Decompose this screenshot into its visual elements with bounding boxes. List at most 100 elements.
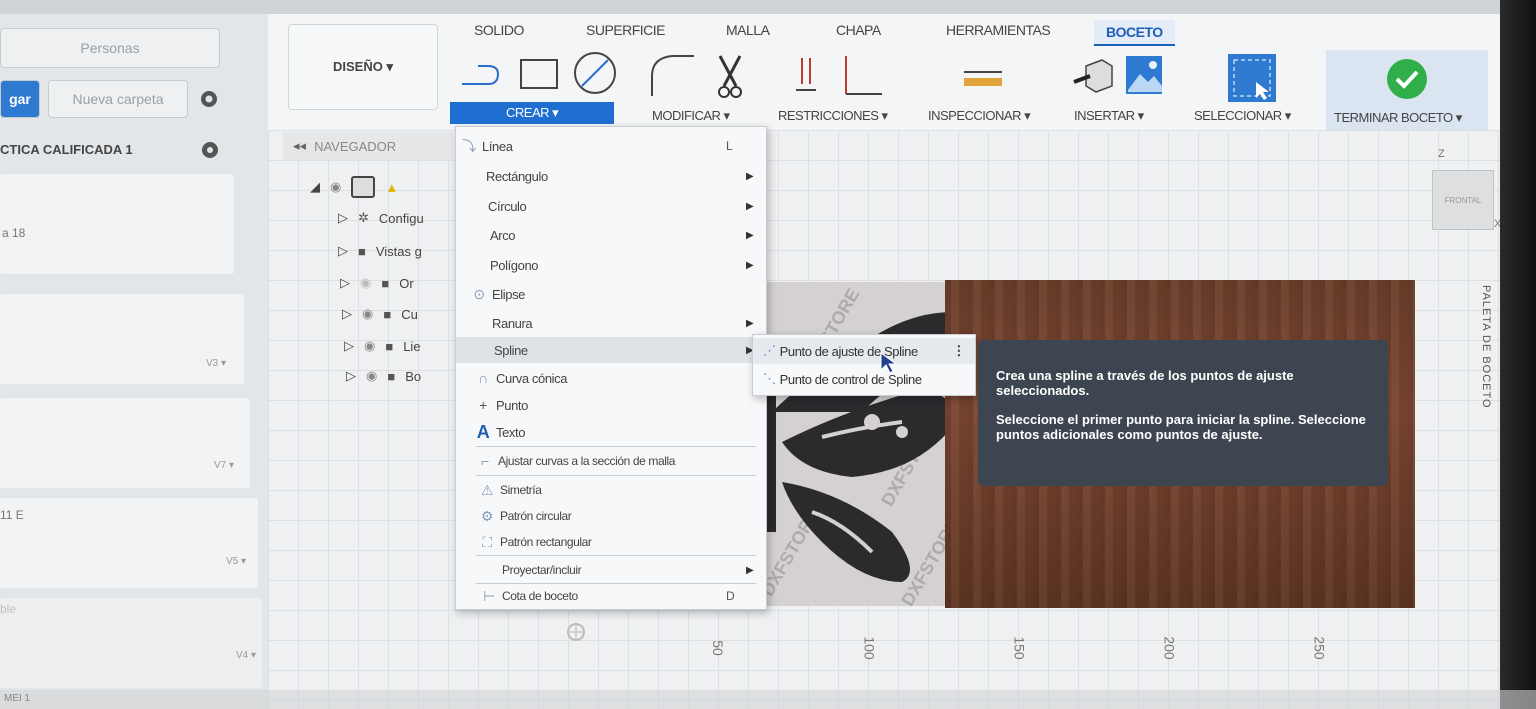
browser-root[interactable]: ◢ ◉ ▲ xyxy=(310,176,398,198)
sketch-palette-tab[interactable]: PALETA DE BOCETO xyxy=(1480,285,1492,409)
eye-icon[interactable]: ◉ xyxy=(362,306,373,322)
menu-item-curva-conica[interactable]: ∩ Curva cónica xyxy=(456,365,766,391)
spline-tooltip: Crea una spline a través de los puntos d… xyxy=(978,340,1388,486)
menu-item-proyectar-incluir[interactable]: Proyectar/incluir ▶ xyxy=(456,557,766,583)
browser-item[interactable]: ▷ ■ Vistas g xyxy=(338,243,422,259)
version-badge[interactable]: V7 ▾ xyxy=(214,460,234,471)
inspeccionar-menu-button[interactable]: INSPECCIONAR ▾ xyxy=(928,108,1031,124)
file-card[interactable] xyxy=(0,498,258,588)
browser-item[interactable]: ▷ ◉ ■ Lie xyxy=(344,338,421,354)
perpendicular-constraint-icon[interactable] xyxy=(840,54,884,103)
gear-icon[interactable] xyxy=(198,88,220,110)
finish-sketch-check-icon[interactable] xyxy=(1386,58,1428,105)
measure-tool-icon[interactable] xyxy=(962,66,1004,95)
tab-chapa[interactable]: CHAPA xyxy=(836,22,881,38)
trim-tool-icon[interactable] xyxy=(714,52,746,105)
tab-malla[interactable]: MALLA xyxy=(726,22,770,38)
collapse-icon[interactable]: ◂◂ xyxy=(293,138,306,154)
line-tool-icon[interactable] xyxy=(458,54,504,99)
more-options-icon[interactable]: ⋮ xyxy=(952,343,965,359)
file-card[interactable] xyxy=(0,598,262,688)
browser-item-label: Bo xyxy=(405,368,422,384)
browser-item-label: Or xyxy=(399,275,414,291)
browser-item-label: Vistas g xyxy=(375,243,422,259)
menu-item-punto[interactable]: + Punto xyxy=(456,392,766,418)
insert-derive-icon[interactable] xyxy=(1072,56,1116,101)
expand-icon[interactable]: ▷ xyxy=(340,275,350,291)
shortcut-key: D xyxy=(726,589,735,603)
mirror-icon: ⚠ xyxy=(480,481,494,498)
eye-icon[interactable]: ◉ xyxy=(364,338,375,354)
gear-icon: ✲ xyxy=(358,210,369,225)
folder-icon: ■ xyxy=(387,368,396,384)
menu-item-ajustar-curvas[interactable]: ⌐ Ajustar curvas a la sección de malla xyxy=(456,448,766,474)
menu-item-label: Curva cónica xyxy=(496,370,568,386)
menu-item-texto[interactable]: A Texto xyxy=(456,419,766,445)
menu-item-rectangulo[interactable]: Rectángulo ▶ xyxy=(456,163,766,189)
menu-item-label: Texto xyxy=(496,424,526,440)
navigator-header[interactable]: ◂◂ NAVEGADOR xyxy=(283,132,453,160)
browser-item[interactable]: ▷ ◉ ■ Cu xyxy=(342,306,418,322)
insertar-menu-button[interactable]: INSERTAR ▾ xyxy=(1074,108,1144,124)
menu-item-simetria[interactable]: ⚠ Simetría xyxy=(456,477,766,503)
rectangle-tool-icon[interactable] xyxy=(518,56,560,97)
project-settings-icon[interactable] xyxy=(200,140,222,160)
insert-canvas-icon[interactable] xyxy=(1124,54,1164,101)
expand-icon[interactable]: ▷ xyxy=(344,338,354,354)
menu-item-ranura[interactable]: Ranura ▶ xyxy=(456,310,766,336)
version-badge[interactable]: V4 ▾ xyxy=(236,650,256,661)
browser-item[interactable]: ▷ ✲ Configu xyxy=(338,210,424,226)
expand-icon[interactable]: ▷ xyxy=(338,210,348,226)
tab-herramientas[interactable]: HERRAMIENTAS xyxy=(946,22,1051,38)
file-card[interactable] xyxy=(0,294,244,384)
tab-solido[interactable]: SOLIDO xyxy=(474,22,524,38)
expand-icon[interactable]: ▷ xyxy=(342,306,352,322)
menu-item-poligono[interactable]: Polígono ▶ xyxy=(456,252,766,278)
parallel-constraint-icon[interactable] xyxy=(794,54,818,101)
menu-item-cota-boceto[interactable]: ⊢ Cota de boceto D xyxy=(456,583,766,609)
butterfly-canvas-image[interactable]: DXFSTORE DXFSTORE DXFSTORE DXFSTORE xyxy=(762,282,948,606)
line-icon: ⤵ xyxy=(462,138,476,154)
menu-item-spline[interactable]: Spline ▶ xyxy=(456,337,766,363)
terminar-boceto-button[interactable]: TERMINAR BOCETO ▾ xyxy=(1334,110,1462,126)
eye-icon[interactable]: ◉ xyxy=(366,368,377,384)
people-button[interactable]: Personas xyxy=(0,28,220,68)
restricciones-menu-button[interactable]: RESTRICCIONES ▾ xyxy=(778,108,888,124)
browser-item[interactable]: ▷ ◉ ■ Or xyxy=(340,275,414,291)
version-badge[interactable]: V5 ▾ xyxy=(226,556,246,567)
menu-item-arco[interactable]: Arco ▶ xyxy=(456,222,766,248)
menu-item-linea[interactable]: ⤵ Línea L xyxy=(456,133,766,159)
menu-separator xyxy=(476,555,756,556)
expand-icon[interactable]: ▷ xyxy=(346,368,356,384)
file-meta: a 18 xyxy=(2,226,26,240)
seleccionar-menu-button[interactable]: SELECCIONAR ▾ xyxy=(1194,108,1291,124)
menu-item-patron-rectangular[interactable]: ⛶ Patrón rectangular xyxy=(456,529,766,555)
collapse-triangle-icon[interactable]: ◢ xyxy=(310,179,320,195)
eye-icon[interactable]: ◉ xyxy=(330,179,341,195)
menu-item-spline-ajuste[interactable]: ⋰ Punto de ajuste de Spline ⋮ xyxy=(753,338,975,364)
new-folder-button[interactable]: Nueva carpeta xyxy=(48,80,188,118)
menu-item-spline-control[interactable]: ⋱ Punto de control de Spline xyxy=(753,366,975,392)
tab-superficie[interactable]: SUPERFICIE xyxy=(586,22,666,38)
modificar-menu-button[interactable]: MODIFICAR ▾ xyxy=(652,108,730,124)
eye-icon[interactable]: ◉ xyxy=(360,275,371,291)
menu-item-label: Proyectar/incluir xyxy=(502,563,582,577)
crear-menu-button[interactable]: CREAR ▾ xyxy=(450,102,615,124)
expand-icon[interactable]: ▷ xyxy=(338,243,348,259)
circle-tool-icon[interactable] xyxy=(572,50,618,101)
monitor-bezel xyxy=(1500,0,1536,709)
menu-item-circulo[interactable]: Círculo ▶ xyxy=(456,193,766,219)
viewcube[interactable]: FRONTAL xyxy=(1432,170,1494,230)
circular-pattern-icon: ⚙ xyxy=(480,507,494,524)
tab-boceto[interactable]: BOCETO xyxy=(1094,20,1175,46)
workspace-switcher[interactable]: DISEÑO ▾ xyxy=(288,24,438,110)
file-card[interactable] xyxy=(0,174,234,274)
fillet-tool-icon[interactable] xyxy=(648,52,696,103)
menu-item-patron-circular[interactable]: ⚙ Patrón circular xyxy=(456,503,766,529)
browser-item[interactable]: ▷ ◉ ■ Bo xyxy=(346,368,421,384)
menu-item-elipse[interactable]: ⊙ Elipse xyxy=(456,281,766,307)
file-card[interactable] xyxy=(0,398,250,488)
select-tool-icon[interactable] xyxy=(1226,52,1278,109)
version-badge[interactable]: V3 ▾ xyxy=(206,358,226,369)
upload-button[interactable]: gar xyxy=(0,80,40,118)
